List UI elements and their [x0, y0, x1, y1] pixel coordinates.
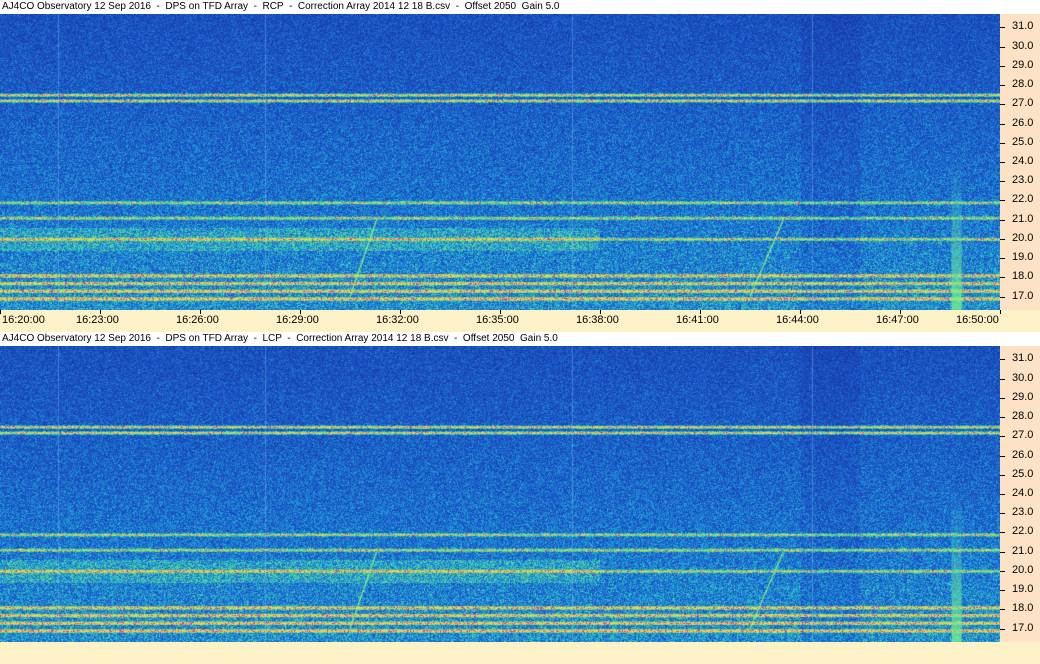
y-tick-label: 25.0	[1012, 467, 1034, 480]
y-tick-label: 29.0	[1012, 58, 1034, 71]
y-tick	[1000, 378, 1005, 380]
panel-title-lcp: AJ4CO Observatory 12 Sep 2016 - DPS on T…	[0, 332, 1040, 346]
x-tick-label: 16:50:00	[956, 314, 999, 326]
y-tick	[1000, 628, 1005, 630]
x-tick	[1000, 310, 1001, 314]
y-tick	[1000, 123, 1005, 125]
y-tick-label: 18.0	[1012, 602, 1034, 615]
y-tick	[1000, 532, 1005, 534]
spectrogram-rcp	[0, 14, 1000, 310]
y-tick-label: 19.0	[1012, 583, 1034, 596]
y-tick-label: 23.0	[1012, 506, 1034, 519]
y-tick	[1000, 570, 1005, 572]
y-tick	[1000, 417, 1005, 419]
y-tick	[1000, 200, 1005, 202]
y-tick	[1000, 609, 1005, 611]
y-tick-label: 22.0	[1012, 193, 1034, 206]
x-tick-label: 16:47:00	[876, 314, 919, 326]
y-tick-label: 20.0	[1012, 563, 1034, 576]
y-tick-label: 22.0	[1012, 525, 1034, 538]
y-tick	[1000, 474, 1005, 476]
y-tick-label: 24.0	[1012, 155, 1034, 167]
y-tick	[1000, 162, 1005, 163]
y-axis-rcp: 31.0 30.0 29.0 28.0 27.0 26.0 25.0 24.0 23.0 22.0…	[1000, 14, 1040, 310]
y-tick	[1000, 104, 1005, 106]
y-tick	[1000, 551, 1005, 553]
y-tick	[1000, 85, 1005, 87]
y-tick-label: 23.0	[1012, 174, 1034, 187]
y-tick	[1000, 181, 1005, 183]
y-tick	[1000, 455, 1005, 457]
y-tick-label: 24.0	[1012, 487, 1034, 499]
x-tick-label: 16:38:00	[576, 314, 619, 326]
y-tick-label: 30.0	[1012, 39, 1034, 52]
x-tick-label: 16:26:00	[176, 314, 219, 326]
y-tick	[1000, 27, 1005, 29]
x-tick	[0, 310, 1, 314]
x-tick-label: 16:35:00	[476, 314, 519, 326]
x-tick-label: 16:44:00	[776, 314, 819, 326]
y-tick	[1000, 65, 1005, 67]
y-tick	[1000, 513, 1005, 515]
y-tick-label: 31.0	[1012, 352, 1034, 365]
x-tick-label: 16:41:00	[676, 314, 719, 326]
y-tick-label: 26.0	[1012, 448, 1034, 461]
y-tick-label: 27.0	[1012, 429, 1034, 442]
x-tick-label: 16:23:00	[76, 314, 119, 326]
y-tick-label: 21.0	[1012, 544, 1034, 557]
y-tick-label: 17.0	[1012, 289, 1034, 302]
y-tick	[1000, 46, 1005, 48]
y-tick	[1000, 359, 1005, 361]
y-tick	[1000, 142, 1005, 144]
y-tick-label: 31.0	[1012, 20, 1034, 33]
y-tick-label: 18.0	[1012, 270, 1034, 283]
y-tick	[1000, 296, 1005, 298]
y-tick-label: 30.0	[1012, 371, 1034, 384]
y-tick-label: 28.0	[1012, 78, 1034, 91]
y-tick-label: 26.0	[1012, 116, 1034, 129]
y-tick-label: 25.0	[1012, 135, 1034, 148]
y-tick-label: 21.0	[1012, 212, 1034, 225]
y-tick-label: 27.0	[1012, 97, 1034, 110]
y-tick	[1000, 494, 1005, 495]
x-axis-time: 16:20:00 16:23:00 16:26:00 16:29:00 16:32:00…	[0, 310, 1040, 328]
panel-title-rcp: AJ4CO Observatory 12 Sep 2016 - DPS on T…	[0, 0, 1040, 14]
spectrogram-lcp	[0, 346, 1000, 642]
y-tick	[1000, 219, 1005, 221]
y-axis-lcp: 31.0 30.0 29.0 28.0 27.0 26.0 25.0 24.0 23.0 22.0…	[1000, 346, 1040, 642]
y-tick-label: 28.0	[1012, 410, 1034, 423]
y-tick-label: 29.0	[1012, 390, 1034, 403]
y-tick-label: 20.0	[1012, 231, 1034, 244]
x-tick-label: 16:32:00	[376, 314, 419, 326]
y-tick	[1000, 397, 1005, 399]
y-tick	[1000, 436, 1005, 438]
y-tick	[1000, 277, 1005, 279]
y-tick	[1000, 590, 1005, 592]
y-tick	[1000, 238, 1005, 240]
x-tick-label: 16:29:00	[276, 314, 319, 326]
y-tick-label: 19.0	[1012, 251, 1034, 264]
x-tick-label: 16:20:00	[2, 314, 45, 326]
y-tick-label: 17.0	[1012, 621, 1034, 634]
y-tick	[1000, 258, 1005, 260]
